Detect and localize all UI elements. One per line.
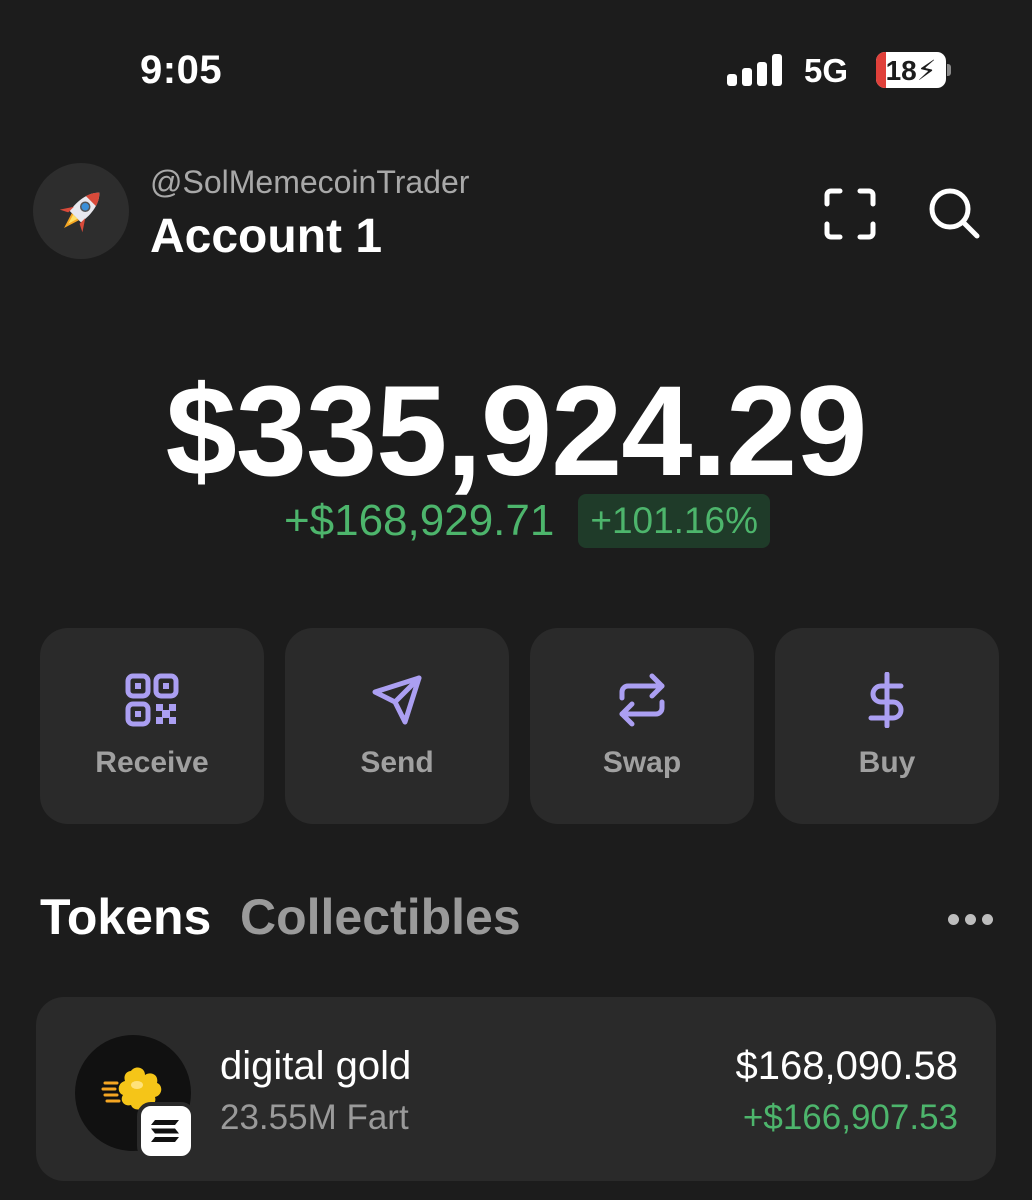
balance-change-row: +$168,929.71 +101.16% [0, 494, 1032, 548]
status-time: 9:05 [140, 48, 223, 92]
signal-icon [727, 54, 783, 86]
scan-icon [824, 188, 876, 240]
buy-label: Buy [858, 746, 916, 779]
tab-collectibles[interactable]: Collectibles [240, 888, 521, 946]
battery-icon: 18⚡ [876, 52, 946, 88]
total-balance: $335,924.29 [165, 360, 868, 503]
search-button[interactable] [925, 184, 983, 242]
send-button[interactable]: Send [285, 628, 509, 824]
buy-button[interactable]: Buy [775, 628, 999, 824]
token-name: digital gold [220, 1044, 412, 1088]
dollar-icon [868, 672, 904, 728]
qr-code-icon [125, 673, 179, 727]
receive-label: Receive [95, 746, 209, 779]
account-name[interactable]: Account 1 [150, 209, 382, 264]
scan-button[interactable] [822, 186, 878, 242]
network-label: 5G [804, 52, 849, 89]
account-avatar[interactable] [33, 163, 129, 259]
send-icon [372, 675, 422, 725]
chain-badge [137, 1102, 195, 1160]
token-change: +$166,907.53 [742, 1098, 958, 1137]
charging-bolt-icon: ⚡ [916, 55, 937, 86]
send-label: Send [360, 746, 434, 779]
more-dots-icon [948, 914, 959, 925]
balance-change-amount: +$168,929.71 [283, 496, 555, 545]
swap-button[interactable]: Swap [530, 628, 754, 824]
token-value: $168,090.58 [735, 1044, 958, 1088]
battery-level: 18 [885, 55, 917, 86]
search-icon [929, 188, 980, 239]
token-amount: 23.55M Fart [220, 1098, 409, 1137]
solana-icon [151, 1120, 179, 1142]
rocket-icon [59, 192, 100, 233]
battery-nub [947, 64, 951, 76]
more-dot [965, 914, 976, 925]
swap-label: Swap [602, 746, 682, 779]
balance-change-percent: +101.16% [578, 494, 771, 548]
receive-button[interactable]: Receive [40, 628, 264, 824]
account-handle: @SolMemecoinTrader [150, 164, 470, 200]
more-options-button[interactable] [944, 908, 996, 932]
tab-tokens[interactable]: Tokens [40, 888, 211, 946]
more-dot [982, 914, 993, 925]
swap-icon [619, 673, 665, 727]
